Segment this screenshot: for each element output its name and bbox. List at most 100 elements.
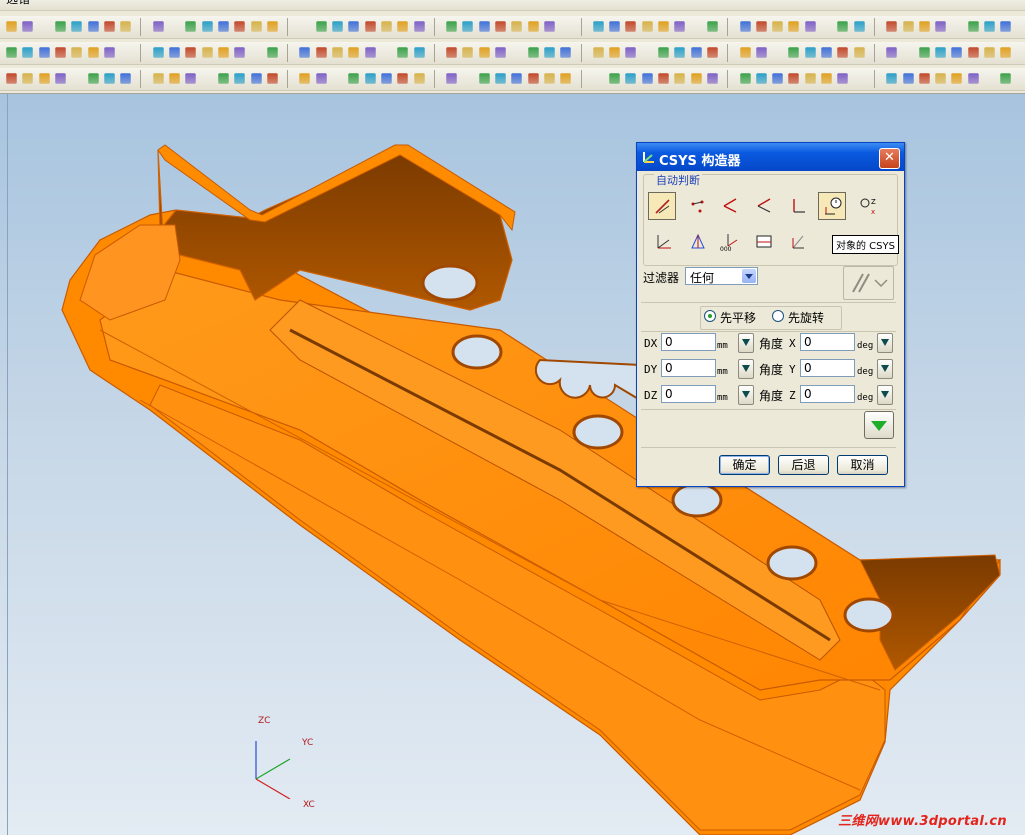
dy-arrow-button[interactable] — [738, 359, 754, 379]
toolbar-tool-icon[interactable] — [804, 73, 816, 84]
toolbar-tool-icon[interactable] — [544, 73, 555, 84]
toolbar-tool-icon[interactable] — [315, 73, 327, 84]
toolbar-tool-icon[interactable] — [332, 47, 343, 58]
toolbar-tool-icon[interactable] — [984, 21, 995, 32]
toolbar-tool-icon[interactable] — [478, 21, 490, 32]
angle-z-arrow-button[interactable] — [877, 385, 893, 405]
point-perpendicular-tool[interactable] — [784, 192, 812, 220]
toolbar-tool-icon[interactable] — [104, 47, 115, 58]
dy-field[interactable] — [661, 359, 716, 377]
toolbar-tool-icon[interactable] — [674, 73, 686, 84]
angle-x-arrow-button[interactable] — [877, 333, 893, 353]
toolbar-tool-icon[interactable] — [413, 47, 425, 58]
toolbar-tool-icon[interactable] — [364, 47, 376, 58]
toolbar-tool-icon[interactable] — [462, 21, 474, 32]
toolbar-tool-icon[interactable] — [300, 21, 311, 32]
toolbar-tool-icon[interactable] — [397, 47, 408, 58]
toolbar-tool-icon[interactable] — [691, 21, 702, 32]
toolbar-tool-icon[interactable] — [104, 73, 115, 84]
toolbar-tool-icon[interactable] — [38, 73, 50, 84]
toolbar-tool-icon[interactable] — [886, 47, 897, 58]
cancel-button[interactable]: 取消 — [837, 455, 888, 475]
toolbar-tool-icon[interactable] — [218, 21, 229, 32]
toolbar-tool-icon[interactable] — [348, 73, 360, 84]
toolbar-tool-icon[interactable] — [55, 21, 66, 32]
toolbar-tool-icon[interactable] — [593, 73, 604, 84]
toolbar-tool-icon[interactable] — [609, 73, 620, 84]
toolbar-tool-icon[interactable] — [919, 21, 930, 32]
toolbar-tool-icon[interactable] — [984, 47, 995, 58]
toolbar-tool-icon[interactable] — [397, 73, 408, 84]
radio-translate-first[interactable] — [704, 310, 716, 322]
toolbar-tool-icon[interactable] — [381, 47, 392, 58]
toolbar-tool-icon[interactable] — [495, 47, 506, 58]
toolbar-tool-icon[interactable] — [120, 73, 131, 84]
toolbar-tool-icon[interactable] — [527, 21, 539, 32]
toolbar-tool-icon[interactable] — [788, 47, 800, 58]
toolbar-tool-icon[interactable] — [250, 21, 262, 32]
toolbar-tool-icon[interactable] — [120, 47, 131, 58]
toolbar-tool-icon[interactable] — [71, 21, 82, 32]
toolbar-tool-icon[interactable] — [348, 47, 360, 58]
dynamic-csys-tool[interactable] — [784, 228, 812, 256]
ok-button[interactable]: 确定 — [719, 455, 770, 475]
toolbar-tool-icon[interactable] — [169, 47, 180, 58]
toolbar-tool-icon[interactable] — [951, 73, 963, 84]
toolbar-tool-icon[interactable] — [658, 21, 669, 32]
toolbar-tool-icon[interactable] — [837, 47, 849, 58]
toolbar-tool-icon[interactable] — [218, 47, 229, 58]
toolbar-tool-icon[interactable] — [315, 47, 327, 58]
dx-arrow-button[interactable] — [738, 333, 754, 353]
toolbar-tool-icon[interactable] — [641, 21, 653, 32]
toolbar-tool-icon[interactable] — [804, 21, 816, 32]
toolbar-tool-icon[interactable] — [756, 21, 767, 32]
snap-filter-button[interactable] — [843, 266, 894, 300]
toolbar-tool-icon[interactable] — [854, 73, 865, 84]
toolbar-tool-icon[interactable] — [512, 47, 523, 58]
toolbar-tool-icon[interactable] — [560, 21, 571, 32]
toolbar-tool-icon[interactable] — [152, 47, 164, 58]
toolbar-tool-icon[interactable] — [38, 47, 50, 58]
toolbar-tool-icon[interactable] — [821, 21, 832, 32]
toolbar-tool-icon[interactable] — [544, 21, 555, 32]
toolbar-tool-icon[interactable] — [22, 47, 34, 58]
toolbar-tool-icon[interactable] — [935, 47, 946, 58]
toolbar-tool-icon[interactable] — [739, 21, 751, 32]
point-x-axis-tool[interactable]: 000 — [716, 228, 744, 256]
absolute-csys-tool[interactable] — [650, 228, 678, 256]
dialog-titlebar[interactable]: CSYS 构造器 ✕ — [637, 143, 904, 171]
toolbar-tool-icon[interactable] — [609, 47, 620, 58]
dz-field[interactable] — [661, 385, 716, 403]
toolbar-tool-icon[interactable] — [348, 21, 360, 32]
toolbar-tool-icon[interactable] — [772, 21, 783, 32]
toolbar-tool-icon[interactable] — [593, 47, 604, 58]
toolbar-tool-icon[interactable] — [332, 73, 343, 84]
toolbar-tool-icon[interactable] — [625, 21, 637, 32]
toolbar-tool-icon[interactable] — [756, 47, 767, 58]
toolbar-tool-icon[interactable] — [413, 73, 425, 84]
toolbar-tool-icon[interactable] — [381, 73, 392, 84]
toolbar-tool-icon[interactable] — [71, 47, 82, 58]
toolbar-tool-icon[interactable] — [87, 47, 99, 58]
toolbar-tool-icon[interactable] — [903, 47, 914, 58]
toolbar-tool-icon[interactable] — [837, 21, 849, 32]
angle-x-field[interactable] — [800, 333, 855, 351]
toolbar-tool-icon[interactable] — [772, 47, 783, 58]
chevron-down-icon[interactable] — [742, 269, 756, 283]
toolbar-tool-icon[interactable] — [935, 73, 946, 84]
toolbar-tool-icon[interactable] — [544, 47, 555, 58]
toolbar-tool-icon[interactable] — [201, 47, 213, 58]
toolbar-tool-icon[interactable] — [625, 73, 637, 84]
toolbar-tool-icon[interactable] — [886, 73, 897, 84]
three-planes-tool[interactable] — [716, 192, 744, 220]
toolbar-tool-icon[interactable] — [560, 73, 571, 84]
toolbar-tool-icon[interactable] — [625, 47, 637, 58]
toolbar-tool-icon[interactable] — [463, 73, 474, 84]
close-button[interactable]: ✕ — [879, 148, 900, 169]
toolbar-tool-icon[interactable] — [919, 73, 930, 84]
toolbar-tool-icon[interactable] — [739, 73, 751, 84]
toolbar-tool-icon[interactable] — [1000, 21, 1012, 32]
toolbar-tool-icon[interactable] — [39, 21, 50, 32]
inferred-csys-tool[interactable] — [648, 192, 676, 220]
toolbar-tool-icon[interactable] — [6, 21, 17, 32]
